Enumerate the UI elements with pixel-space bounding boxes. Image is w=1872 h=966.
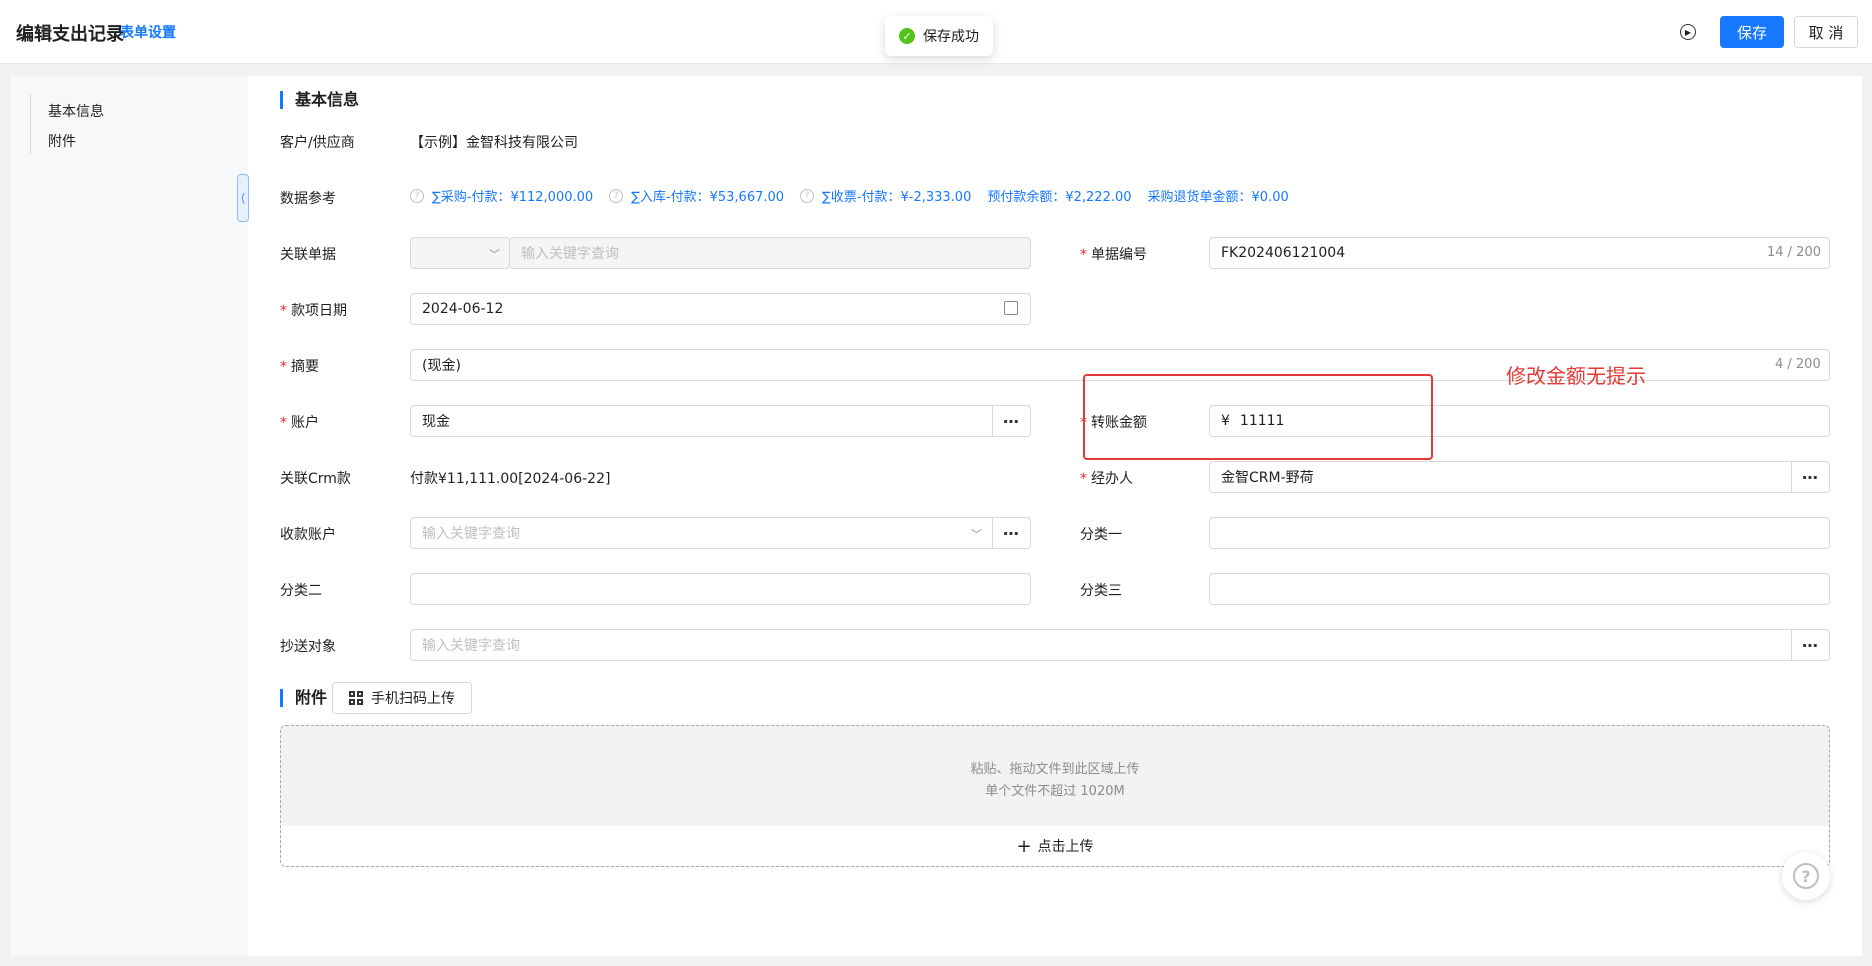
cc-label: 抄送对象	[280, 639, 336, 655]
category2-input[interactable]	[410, 573, 1031, 605]
upload-size-hint: 单个文件不超过 1020M	[985, 784, 1125, 799]
page-title: 编辑支出记录	[16, 24, 124, 45]
handler-value: 金智CRM-野荷	[1221, 470, 1314, 486]
save-button[interactable]: 保存	[1720, 16, 1784, 48]
collapse-sidebar-button[interactable]: ⟨	[237, 174, 249, 222]
related-doc-search-input: 输入关键字查询	[509, 237, 1031, 269]
account-select[interactable]: 现金 ⋯	[410, 405, 1031, 437]
nav-item-basic-info[interactable]: 基本信息	[48, 101, 104, 121]
payee-account-label: 收款账户	[280, 527, 336, 543]
payee-account-select[interactable]: 输入关键字查询 ﹀ ⋯	[410, 517, 1031, 549]
customer-value: 【示例】金智科技有限公司	[410, 135, 578, 151]
chevron-down-icon: ﹀	[489, 248, 500, 261]
date-label: * 款项日期	[280, 303, 347, 319]
check-circle-icon: ✓	[899, 28, 915, 44]
ref-return-amount[interactable]: 采购退货单金额：¥0.00	[1148, 186, 1289, 205]
doc-no-value: FK202406121004	[1221, 245, 1346, 261]
category2-label: 分类二	[280, 583, 322, 599]
doc-no-label: * 单据编号	[1080, 247, 1147, 263]
account-value: 现金	[422, 414, 450, 430]
toast-text: 保存成功	[923, 29, 979, 45]
payee-account-placeholder: 输入关键字查询	[422, 526, 520, 542]
qr-upload-label: 手机扫码上传	[371, 691, 455, 707]
category1-label: 分类一	[1080, 527, 1122, 543]
handler-select[interactable]: 金智CRM-野荷 ⋯	[1209, 461, 1830, 493]
cc-select[interactable]: 输入关键字查询 ⋯	[410, 629, 1830, 661]
upload-dropzone[interactable]: 粘贴、拖动文件到此区域上传 单个文件不超过 1020M + 点击上传	[280, 725, 1830, 867]
summary-label: * 摘要	[280, 359, 319, 375]
cc-placeholder: 输入关键字查询	[422, 638, 520, 654]
upload-hint: 粘贴、拖动文件到此区域上传	[970, 762, 1140, 777]
help-float-button[interactable]: ?	[1782, 852, 1830, 900]
plus-icon: +	[1016, 835, 1032, 857]
help-icon[interactable]: ?	[609, 188, 624, 203]
qr-upload-button[interactable]: 手机扫码上传	[332, 682, 472, 714]
success-toast: ✓ 保存成功	[885, 16, 993, 56]
doc-no-input[interactable]: FK202406121004	[1209, 237, 1830, 269]
annotation-box	[1083, 374, 1433, 460]
ref-invoice-payment[interactable]: ∑收票-付款：¥-2,333.00	[822, 186, 971, 205]
related-doc-type-select: ﹀	[410, 237, 510, 269]
date-value: 2024-06-12	[422, 301, 504, 317]
account-more-button[interactable]: ⋯	[992, 405, 1030, 437]
date-picker[interactable]: 2024-06-12	[410, 293, 1031, 325]
handler-label: * 经办人	[1080, 471, 1133, 487]
payee-account-more-button[interactable]: ⋯	[992, 517, 1030, 549]
nav-item-attachments[interactable]: 附件	[48, 131, 76, 151]
data-ref-row: ? ∑采购-付款：¥112,000.00 ? ∑入库-付款：¥53,667.00…	[410, 186, 1305, 205]
handler-more-button[interactable]: ⋯	[1791, 461, 1829, 493]
summary-counter: 4 / 200	[1775, 357, 1821, 372]
ref-stockin-payment[interactable]: ∑入库-付款：¥53,667.00	[631, 186, 784, 205]
data-ref-label: 数据参考	[280, 191, 336, 207]
click-upload-label: 点击上传	[1037, 839, 1094, 855]
annotation-text: 修改金额无提示	[1506, 364, 1646, 388]
ref-purchase-payment[interactable]: ∑采购-付款：¥112,000.00	[432, 186, 593, 205]
cc-more-button[interactable]: ⋯	[1791, 629, 1829, 661]
section-title-basic: 基本信息	[280, 91, 359, 109]
chevron-down-icon: ﹀	[971, 528, 982, 541]
account-label: * 账户	[280, 415, 319, 431]
nav-divider	[30, 94, 31, 154]
crm-label: 关联Crm款	[280, 471, 351, 487]
click-upload-button[interactable]: + 点击上传	[281, 826, 1829, 866]
category3-input[interactable]	[1209, 573, 1830, 605]
question-icon: ?	[1793, 863, 1819, 889]
help-icon[interactable]: ?	[410, 188, 424, 203]
related-doc-placeholder: 输入关键字查询	[521, 246, 619, 262]
section-nav	[10, 76, 248, 956]
form-settings-link[interactable]: 表单设置	[120, 22, 176, 42]
crm-value: 付款¥11,111.00[2024-06-22]	[410, 471, 611, 487]
summary-value: (现金)	[422, 358, 461, 374]
ref-prepay-balance[interactable]: 预付款余额：¥2,222.00	[987, 186, 1131, 205]
related-doc-label: 关联单据	[280, 247, 336, 263]
section-title-attachments: 附件	[280, 689, 327, 707]
doc-no-counter: 14 / 200	[1767, 245, 1821, 260]
qr-code-icon	[349, 691, 363, 705]
category3-label: 分类三	[1080, 583, 1122, 599]
calendar-icon	[1004, 301, 1018, 315]
category1-input[interactable]	[1209, 517, 1830, 549]
help-icon[interactable]: ?	[800, 188, 815, 203]
customer-label: 客户/供应商	[280, 135, 355, 151]
play-circle-icon[interactable]: ▶	[1680, 24, 1696, 40]
cancel-button[interactable]: 取 消	[1794, 16, 1858, 48]
